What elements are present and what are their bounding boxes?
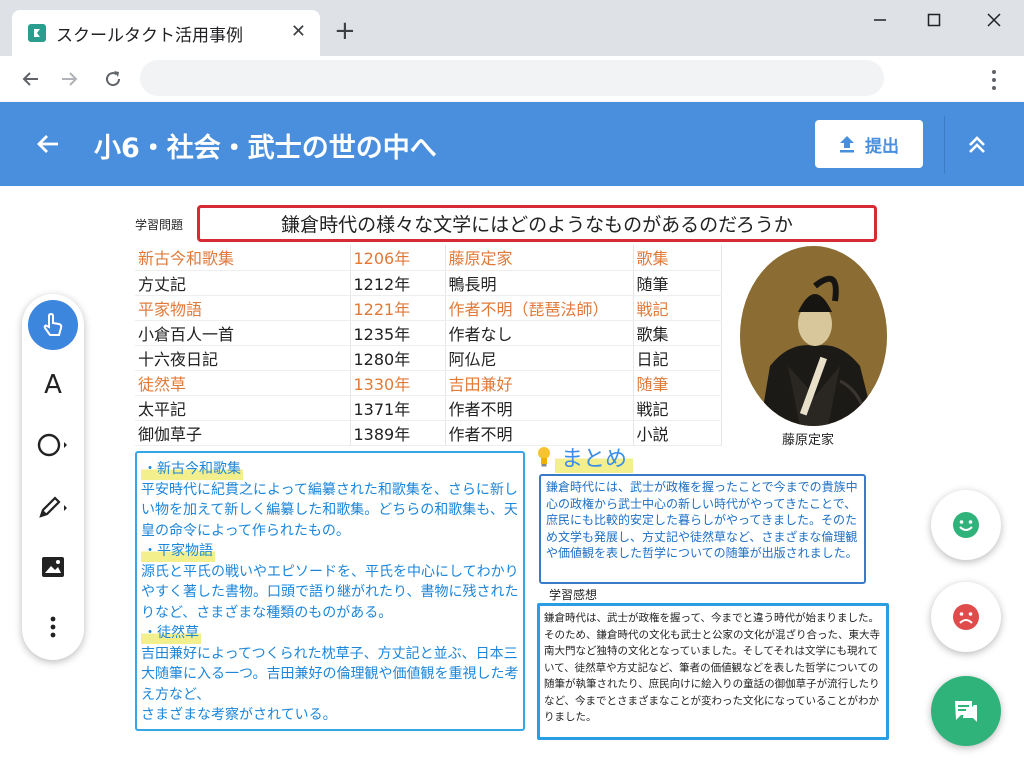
work-title: 徒然草 xyxy=(135,370,351,396)
work-genre: 随筆 xyxy=(633,270,722,296)
work-year: 1280年 xyxy=(350,345,446,371)
shape-tool-button[interactable] xyxy=(28,420,78,470)
work-year: 1371年 xyxy=(350,395,446,421)
frown-face-icon xyxy=(953,604,979,630)
worksheet-canvas[interactable]: 学習問題 鎌倉時代の様々な文学にはどのようなものがあるのだろうか 新古今和歌集 1… xyxy=(129,198,896,758)
work-genre: 日記 xyxy=(633,345,722,371)
question-label: 学習問題 xyxy=(135,218,184,232)
image-icon xyxy=(42,557,64,577)
work-title: 太平記 xyxy=(135,395,351,421)
browser-reload-icon[interactable] xyxy=(100,66,126,92)
matome-heading: まとめ xyxy=(537,441,634,473)
chat-icon xyxy=(955,701,977,722)
work-title: 小倉百人一首 xyxy=(135,320,351,346)
work-title: 方丈記 xyxy=(135,270,351,296)
pencil-icon xyxy=(39,496,67,518)
upload-icon xyxy=(840,136,854,153)
note-paragraph-2: 源氏と平氏の戦いやエピソードを、平氏を中心にしてわかりやすく著した書物。口頭で語… xyxy=(141,563,519,621)
work-title: 御伽草子 xyxy=(135,420,351,446)
literature-row: 太平記 1371年 作者不明 戦記 xyxy=(135,395,722,421)
image-tool-button[interactable] xyxy=(28,542,78,592)
lightbulb-icon xyxy=(538,447,550,467)
browser-back-icon[interactable] xyxy=(18,66,44,92)
literature-row: 方丈記 1212年 鴨長明 随筆 xyxy=(135,270,722,296)
work-genre: 歌集 xyxy=(633,320,722,346)
more-tools-icon[interactable] xyxy=(28,602,78,652)
pointer-tool-button[interactable] xyxy=(28,300,78,350)
note-paragraph-3b: さまざまな考察がされている。 xyxy=(141,707,337,723)
question-box: 鎌倉時代の様々な文学にはどのようなものがあるのだろうか xyxy=(197,205,877,242)
window-close-button[interactable] xyxy=(974,8,1014,32)
work-year: 1221年 xyxy=(350,295,446,321)
smile-face-icon xyxy=(953,512,979,538)
literature-row: 徒然草 1330年 吉田兼好 随筆 xyxy=(135,370,722,396)
literature-row: 十六夜日記 1280年 阿仏尼 日記 xyxy=(135,345,722,371)
window-minimize-button[interactable] xyxy=(860,8,900,32)
work-author: 作者なし xyxy=(445,320,634,346)
note-heading-2: ・平家物語 xyxy=(141,541,215,562)
work-genre: 戦記 xyxy=(633,395,722,421)
app-header: 小6・社会・武士の世の中へ 提出 xyxy=(0,102,1024,186)
work-genre: 歌集 xyxy=(633,245,722,271)
work-author: 藤原定家 xyxy=(445,245,634,271)
pen-tool-button[interactable] xyxy=(28,482,78,532)
work-author: 作者不明 xyxy=(445,395,634,421)
work-title: 新古今和歌集 xyxy=(135,245,351,271)
tab-close-icon[interactable]: ✕ xyxy=(291,22,306,42)
work-author: 吉田兼好 xyxy=(445,370,634,396)
submit-label: 提出 xyxy=(865,136,899,157)
notes-text-box[interactable]: ・新古今和歌集 平安時代に紀貫之によって編纂された和歌集を、さらに新しい物を加え… xyxy=(135,451,525,731)
note-heading-1: ・新古今和歌集 xyxy=(141,459,243,480)
work-year: 1206年 xyxy=(350,245,446,271)
work-author: 阿仏尼 xyxy=(445,345,634,371)
literature-table: 新古今和歌集 1206年 藤原定家 歌集 方丈記 1212年 鴨長明 随筆 平家物語 1221年作… xyxy=(135,245,722,446)
chat-button[interactable] xyxy=(931,676,1001,746)
hand-pointer-icon xyxy=(43,312,63,336)
new-tab-button[interactable]: + xyxy=(334,18,356,44)
work-genre: 小説 xyxy=(633,420,722,446)
work-author: 鴨長明 xyxy=(445,270,634,296)
matome-title: まとめ xyxy=(555,441,634,473)
work-year: 1330年 xyxy=(350,370,446,396)
window-maximize-button[interactable] xyxy=(914,8,954,32)
submit-button[interactable]: 提出 xyxy=(815,120,923,168)
work-year: 1389年 xyxy=(350,420,446,446)
literature-row: 新古今和歌集 1206年 藤原定家 歌集 xyxy=(135,245,722,271)
header-divider xyxy=(944,116,945,174)
portrait-caption: 藤原定家 xyxy=(782,433,835,448)
collapse-chevron-icon[interactable] xyxy=(962,130,992,160)
page-title: 小6・社会・武士の世の中へ xyxy=(94,133,437,164)
note-paragraph-1: 平安時代に紀貫之によって編纂された和歌集を、さらに新しい物を加えて新しく編纂した… xyxy=(141,481,518,539)
browser-tab[interactable]: スクールタクト活用事例 ✕ xyxy=(12,10,320,56)
work-genre: 戦記 xyxy=(633,295,722,321)
tool-palette: A xyxy=(22,294,84,660)
fujiwara-teika-portrait xyxy=(740,246,887,426)
browser-forward-icon[interactable] xyxy=(56,66,82,92)
back-arrow-icon[interactable] xyxy=(34,132,62,156)
browser-tab-bar: スクールタクト活用事例 ✕ + xyxy=(0,0,1024,56)
browser-menu-icon[interactable] xyxy=(984,68,1004,92)
reflection-text-box[interactable]: 鎌倉時代は、武士が政権を握って、今までと違う時代が始まりました。そのため、鎌倉時… xyxy=(537,603,889,740)
work-year: 1212年 xyxy=(350,270,446,296)
bad-reaction-button[interactable] xyxy=(931,582,1001,652)
browser-toolbar xyxy=(0,56,1024,102)
work-author: 作者不明（琵琶法師） xyxy=(445,295,634,321)
literature-row: 小倉百人一首 1235年 作者なし 歌集 xyxy=(135,320,722,346)
circle-shape-icon xyxy=(37,433,67,457)
reflection-label: 学習感想 xyxy=(549,588,598,602)
note-heading-3: ・徒然草 xyxy=(141,623,201,644)
work-genre: 随筆 xyxy=(633,370,722,396)
tab-title: スクールタクト活用事例 xyxy=(56,25,243,46)
literature-row: 御伽草子 1389年 作者不明 小説 xyxy=(135,420,722,446)
literature-row: 平家物語 1221年 作者不明（琵琶法師） 戦記 xyxy=(135,295,722,321)
schooltakt-favicon-icon xyxy=(28,24,46,42)
note-paragraph-3: 吉田兼好によってつくられた枕草子、方丈記と並ぶ、日本三大随筆に入る一つ。吉田兼好… xyxy=(141,645,519,703)
work-title: 平家物語 xyxy=(135,295,351,321)
good-reaction-button[interactable] xyxy=(931,490,1001,560)
summary-text-box[interactable]: 鎌倉時代には、武士が政権を握ったことで今までの貴族中心の政権から武士中心の新しい… xyxy=(539,474,866,584)
work-year: 1235年 xyxy=(350,320,446,346)
address-bar[interactable] xyxy=(140,60,884,96)
work-title: 十六夜日記 xyxy=(135,345,351,371)
text-tool-button[interactable]: A xyxy=(28,360,78,410)
